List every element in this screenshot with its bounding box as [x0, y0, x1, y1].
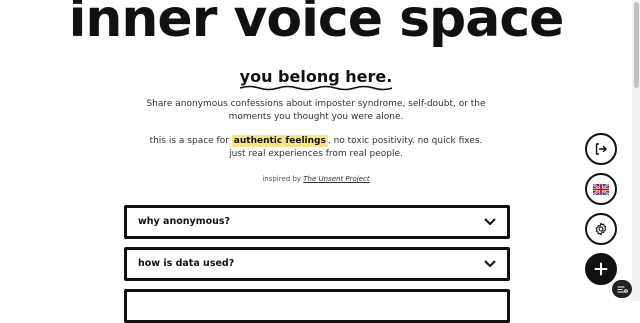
settings-button[interactable] [585, 213, 617, 245]
highlighted-phrase: authentic feelings [231, 135, 328, 147]
faq-label: how is data used? [138, 258, 235, 269]
scrollbar-thumb[interactable] [634, 2, 639, 88]
faq-item-partial[interactable] [124, 289, 510, 323]
gear-icon [595, 222, 607, 236]
faq-how-is-data-used[interactable]: how is data used? [124, 247, 510, 281]
add-confession-button[interactable] [585, 253, 617, 285]
tag-icon [616, 285, 628, 293]
credit-line: inspired by The Unsent Project [0, 175, 632, 183]
intro2-text: this is a space for [149, 136, 232, 146]
intro-paragraph: Share anonymous confessions about impost… [146, 99, 486, 122]
tagline-text: you belong here. [239, 67, 393, 86]
logout-icon [595, 143, 607, 155]
intro-paragraph-2: this is a space for authentic feelings. … [140, 135, 492, 161]
chevron-down-icon [484, 260, 496, 267]
faq-why-anonymous[interactable]: why anonymous? [124, 205, 510, 239]
chevron-down-icon [484, 218, 496, 225]
misc-button[interactable] [612, 280, 632, 298]
squiggle-underline [239, 85, 393, 91]
faq-label: why anonymous? [138, 216, 231, 227]
page-scrollbar[interactable] [632, 0, 640, 301]
uk-flag-icon [593, 183, 609, 195]
tagline: you belong here. [0, 67, 632, 91]
logout-button[interactable] [585, 133, 617, 165]
credit-prefix: inspired by [262, 175, 304, 183]
page-title: inner voice space [68, 0, 565, 49]
unsent-project-link[interactable]: The Unsent Project [303, 175, 369, 183]
language-button[interactable] [585, 173, 617, 205]
plus-icon [594, 262, 608, 276]
